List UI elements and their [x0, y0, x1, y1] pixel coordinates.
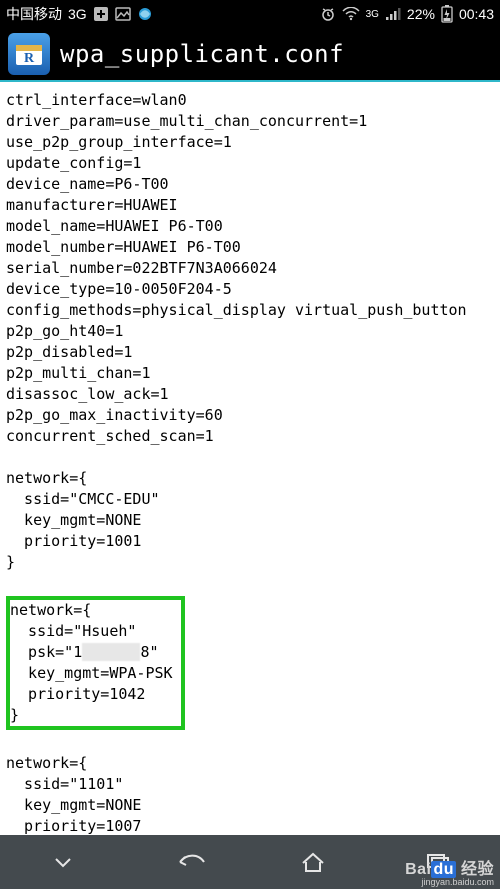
battery-pct: 22%: [407, 6, 435, 22]
nav-recent-button[interactable]: [410, 844, 466, 880]
config-header: ctrl_interface=wlan0 driver_param=use_mu…: [6, 91, 467, 445]
plus-icon: [93, 6, 109, 22]
carrier-label: 中国移动: [6, 4, 62, 24]
psk-prefix: psk="1: [10, 643, 82, 661]
clock: 00:43: [459, 6, 494, 22]
app-icon[interactable]: R: [8, 33, 50, 75]
network-block-1-highlighted: network={ ssid="Hsueh" psk="1 8" key_mgm…: [6, 596, 185, 730]
signal-3g-label: 3G: [366, 9, 379, 20]
svg-text:R: R: [24, 51, 35, 66]
network-type: 3G: [68, 6, 87, 22]
psk-masked: [82, 643, 140, 661]
network-block-0: network={ ssid="CMCC-EDU" key_mgmt=NONE …: [6, 469, 160, 571]
status-bar: 中国移动 3G 3G 22% 00:43: [0, 0, 500, 28]
nav-menu-button[interactable]: [35, 844, 91, 880]
psk-suffix: 8": [140, 643, 158, 661]
wm-brand-c: 经验: [461, 861, 494, 878]
file-content[interactable]: ctrl_interface=wlan0 driver_param=use_mu…: [0, 82, 500, 835]
picture-icon: [115, 6, 131, 22]
app-title: wpa_supplicant.conf: [60, 40, 344, 68]
alarm-icon: [320, 6, 336, 22]
nav-bar: Baidu 经验 jingyan.baidu.com: [0, 835, 500, 889]
status-right: 3G 22% 00:43: [320, 5, 494, 23]
wifi-icon: [342, 7, 360, 21]
signal-icon: [385, 7, 401, 21]
browser-icon: [137, 6, 153, 22]
app-bar: R wpa_supplicant.conf: [0, 28, 500, 82]
battery-icon: [441, 5, 453, 23]
network-block-2: network={ ssid="1101" key_mgmt=NONE prio…: [6, 754, 141, 835]
nav-back-button[interactable]: [160, 844, 216, 880]
status-left: 中国移动 3G: [6, 4, 153, 24]
nav-home-button[interactable]: [285, 844, 341, 880]
